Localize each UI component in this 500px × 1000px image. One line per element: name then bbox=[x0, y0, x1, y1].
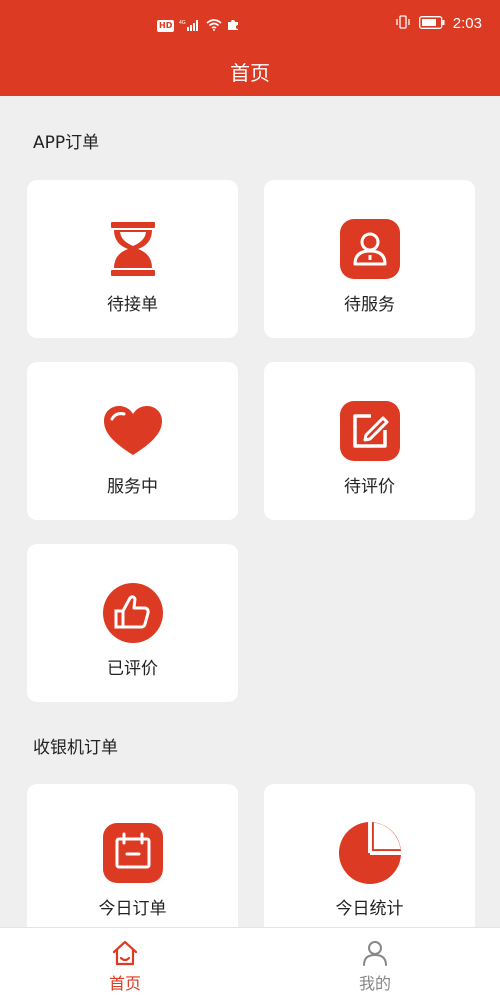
vibrate-icon bbox=[395, 14, 411, 33]
person-icon bbox=[338, 217, 402, 281]
section-title-app-orders: APP订单 bbox=[33, 133, 100, 153]
clock: 2:03 bbox=[452, 15, 482, 32]
network-type: 4G bbox=[179, 20, 186, 26]
edit-icon bbox=[338, 399, 402, 463]
card-in-service[interactable]: 服务中 bbox=[27, 362, 238, 520]
card-label: 今日统计 bbox=[335, 899, 404, 919]
wifi-icon bbox=[206, 16, 222, 35]
home-icon bbox=[111, 939, 139, 967]
card-today-orders[interactable]: 今日订单 bbox=[27, 784, 238, 942]
heart-icon bbox=[101, 399, 165, 463]
bottom-tab-bar: 首页 我的 bbox=[0, 927, 500, 1000]
status-left: HD 4G bbox=[157, 16, 240, 35]
app-header: HD 4G 2:03 首页 bbox=[0, 0, 500, 96]
status-right: 2:03 bbox=[395, 14, 482, 33]
status-bar: HD 4G 2:03 bbox=[0, 0, 500, 46]
card-label: 待接单 bbox=[107, 295, 158, 315]
tab-mine[interactable]: 我的 bbox=[250, 928, 500, 1000]
tab-label: 我的 bbox=[358, 974, 391, 993]
hourglass-icon bbox=[101, 217, 165, 281]
tab-home[interactable]: 首页 bbox=[0, 928, 250, 1000]
page-title: 首页 bbox=[230, 61, 270, 85]
signal-icon: 4G bbox=[179, 16, 201, 35]
card-label: 今日订单 bbox=[98, 899, 167, 919]
pie-chart-icon bbox=[338, 821, 402, 885]
puzzle-icon bbox=[227, 16, 240, 35]
card-label: 服务中 bbox=[107, 477, 158, 497]
tab-label: 首页 bbox=[108, 974, 141, 993]
calendar-icon bbox=[101, 821, 165, 885]
user-icon bbox=[361, 939, 389, 967]
card-label: 已评价 bbox=[107, 659, 158, 679]
section-title-pos-orders: 收银机订单 bbox=[33, 738, 118, 758]
card-label: 待服务 bbox=[344, 295, 395, 315]
card-pending-service[interactable]: 待服务 bbox=[264, 180, 475, 338]
hd-badge: HD bbox=[157, 19, 175, 32]
card-pending-accept[interactable]: 待接单 bbox=[27, 180, 238, 338]
card-pending-review[interactable]: 待评价 bbox=[264, 362, 475, 520]
card-today-stats[interactable]: 今日统计 bbox=[264, 784, 475, 942]
card-reviewed[interactable]: 已评价 bbox=[27, 544, 238, 702]
battery-icon bbox=[418, 14, 445, 33]
thumbs-up-icon bbox=[101, 581, 165, 645]
card-label: 待评价 bbox=[344, 477, 395, 497]
